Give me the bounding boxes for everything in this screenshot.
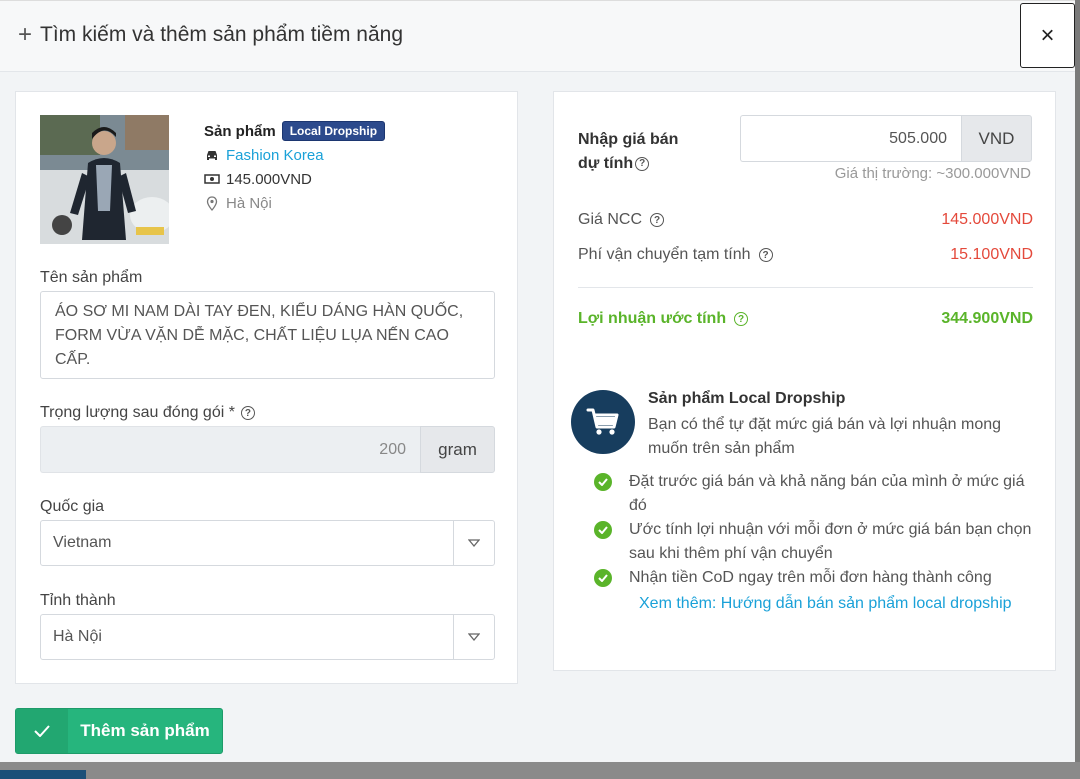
promo-title: Sản phẩm Local Dropship (648, 390, 846, 407)
benefit-text: Đặt trước giá bán và khả năng bán của mì… (629, 473, 1025, 514)
add-product-label: Thêm sản phẩm (80, 721, 210, 740)
chevron-down-icon[interactable] (453, 521, 494, 565)
background-blue-bar (0, 770, 86, 779)
sell-price-label-line2-row: dự tính ? (578, 152, 678, 176)
product-name-textarea[interactable]: ÁO SƠ MI NAM DÀI TAY ĐEN, KIỂU DÁNG HÀN … (40, 291, 495, 379)
country-select-value: Vietnam (53, 534, 112, 551)
chevron-down-icon[interactable] (453, 615, 494, 659)
close-icon: × (1040, 21, 1055, 49)
profit-row: Lợi nhuận ước tính ? 344.900VND (578, 310, 1033, 328)
check-icon (594, 473, 612, 491)
add-product-button[interactable]: Thêm sản phẩm (15, 708, 223, 754)
profit-label-text: Lợi nhuận ước tính (578, 310, 727, 327)
modal-title-text: Tìm kiếm và thêm sản phẩm tiềm năng (40, 23, 403, 46)
shipping-fee-label-text: Phí vận chuyển tạm tính (578, 246, 751, 263)
product-label: Sản phẩm (204, 122, 276, 140)
weight-unit: gram (420, 426, 495, 473)
sell-price-unit: VND (961, 115, 1032, 162)
cart-icon (571, 390, 635, 454)
benefit-list: Đặt trước giá bán và khả năng bán của mì… (594, 470, 1034, 590)
country-select[interactable]: Vietnam (40, 520, 495, 566)
sell-price-field: 505.000 VND (740, 115, 1032, 162)
product-photo (40, 115, 169, 244)
ncc-price-value: 145.000VND (941, 211, 1033, 228)
shipping-fee-value: 15.100VND (950, 246, 1033, 263)
modal-header: + Tìm kiếm và thêm sản phẩm tiềm năng × (0, 1, 1075, 72)
guide-link[interactable]: Xem thêm: Hướng dẫn bán sản phẩm local d… (639, 595, 1012, 613)
shipping-fee-row: Phí vận chuyển tạm tính ? 15.100VND (578, 246, 1033, 264)
benefit-text: Ước tính lợi nhuận với mỗi đơn ở mức giá… (629, 521, 1032, 562)
help-icon[interactable]: ? (650, 213, 665, 227)
province-select-value: Hà Nội (53, 628, 102, 645)
product-name-label: Tên sản phẩm (40, 269, 142, 287)
help-icon[interactable]: ? (758, 248, 773, 262)
product-form-panel: Sản phẩm Local Dropship Fashion Korea 14… (15, 91, 518, 684)
car-icon (204, 149, 220, 162)
check-icon (594, 569, 612, 587)
product-location-row: Hà Nội (204, 191, 385, 215)
province-label-text: Tỉnh thành (40, 592, 116, 609)
weight-field: 200 gram (40, 426, 495, 473)
product-thumbnail (40, 115, 169, 244)
promo-text: Bạn có thể tự đặt mức giá bán và lợi nhu… (648, 416, 1002, 457)
weight-input[interactable]: 200 (40, 426, 420, 473)
plus-icon: + (18, 21, 33, 48)
divider (578, 287, 1033, 288)
pricing-panel: Nhập giá bán dự tính ? 505.000 VND Giá t… (553, 91, 1056, 671)
background-app-edge (1075, 0, 1080, 779)
country-label-text: Quốc gia (40, 498, 105, 515)
list-item: Nhận tiền CoD ngay trên mỗi đơn hàng thà… (594, 566, 1034, 590)
country-label: Quốc gia (40, 498, 104, 516)
sell-price-label-line1: Nhập giá bán (578, 131, 679, 148)
background-app-footer (0, 762, 1080, 779)
check-icon (16, 709, 68, 753)
money-icon (204, 173, 220, 185)
benefit-text: Nhận tiền CoD ngay trên mỗi đơn hàng thà… (629, 569, 992, 586)
map-pin-icon (204, 195, 220, 211)
check-icon (594, 521, 612, 539)
ncc-price-label: Giá NCC ? (578, 211, 665, 229)
modal-title: + Tìm kiếm và thêm sản phẩm tiềm năng (18, 23, 403, 47)
ncc-price-row: Giá NCC ? 145.000VND (578, 211, 1033, 229)
product-price: 145.000VND (226, 170, 312, 188)
product-supplier-row: Fashion Korea (204, 143, 385, 167)
close-button[interactable]: × (1020, 3, 1075, 68)
ncc-price-label-text: Giá NCC (578, 211, 643, 228)
supplier-link[interactable]: Fashion Korea (226, 147, 324, 164)
province-label: Tỉnh thành (40, 592, 116, 610)
help-icon[interactable]: ? (240, 406, 255, 420)
weight-label: Trọng lượng sau đóng gói * ? (40, 404, 255, 422)
add-product-modal: + Tìm kiếm và thêm sản phẩm tiềm năng × (0, 0, 1075, 762)
product-name-label-text: Tên sản phẩm (40, 269, 143, 286)
sell-price-label: Nhập giá bán dự tính ? (578, 128, 678, 176)
product-title-row: Sản phẩm Local Dropship (204, 119, 386, 143)
sell-price-input[interactable]: 505.000 (740, 115, 961, 162)
help-icon[interactable]: ? (635, 157, 650, 171)
product-info: Sản phẩm Local Dropship Fashion Korea 14… (204, 119, 386, 215)
sell-price-label-line2: dự tính (578, 155, 634, 172)
province-select[interactable]: Hà Nội (40, 614, 495, 660)
profit-label: Lợi nhuận ước tính ? (578, 310, 749, 328)
help-icon[interactable]: ? (734, 312, 749, 326)
product-location: Hà Nội (226, 194, 272, 212)
market-price: Giá thị trường: ~300.000VND (834, 165, 1031, 182)
local-dropship-badge: Local Dropship (281, 121, 386, 141)
list-item: Ước tính lợi nhuận với mỗi đơn ở mức giá… (594, 518, 1034, 566)
shipping-fee-label: Phí vận chuyển tạm tính ? (578, 246, 773, 264)
weight-label-text: Trọng lượng sau đóng gói * (40, 404, 235, 421)
profit-value: 344.900VND (941, 310, 1033, 327)
product-price-row: 145.000VND (204, 167, 385, 191)
list-item: Đặt trước giá bán và khả năng bán của mì… (594, 470, 1034, 518)
